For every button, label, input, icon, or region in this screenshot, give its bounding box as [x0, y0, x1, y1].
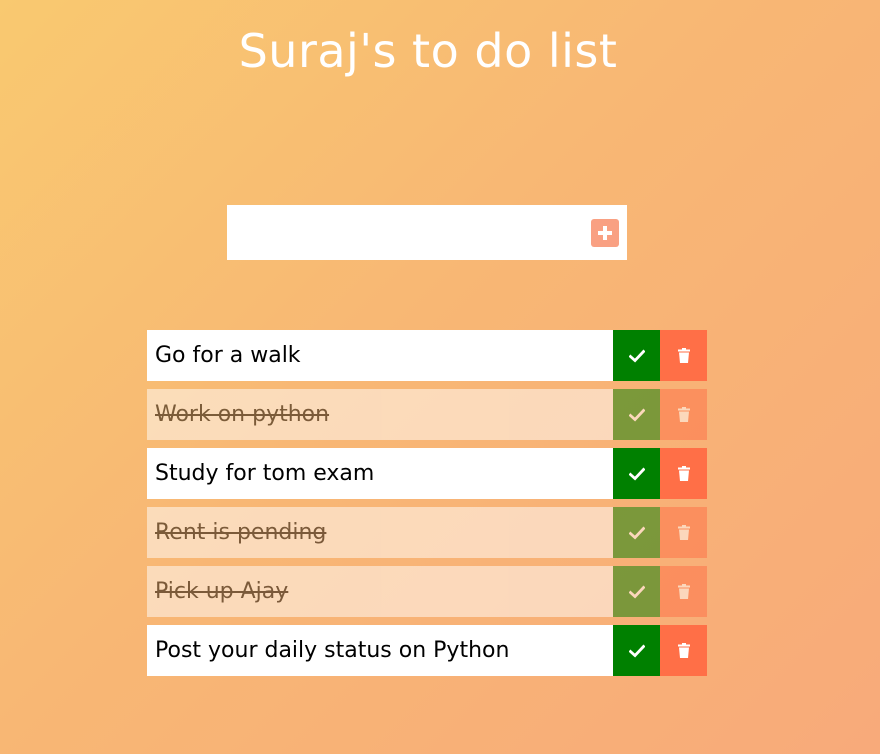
- delete-button[interactable]: [660, 625, 707, 676]
- trash-icon: [677, 348, 690, 363]
- trash-icon: [677, 525, 690, 540]
- todo-item: Study for tom exam: [147, 448, 707, 499]
- check-icon: [628, 349, 645, 362]
- todo-item: Pick up Ajay: [147, 566, 707, 617]
- complete-button[interactable]: [613, 448, 660, 499]
- todo-text: Work on python: [155, 402, 330, 427]
- add-todo-button[interactable]: [591, 219, 619, 247]
- todo-text: Go for a walk: [155, 343, 301, 368]
- complete-button[interactable]: [613, 389, 660, 440]
- todo-input[interactable]: [227, 205, 577, 260]
- todo-text: Rent is pending: [155, 520, 327, 545]
- trash-icon: [677, 466, 690, 481]
- todo-text: Pick up Ajay: [155, 579, 289, 604]
- trash-icon: [677, 643, 690, 658]
- trash-icon: [677, 584, 690, 599]
- delete-button[interactable]: [660, 507, 707, 558]
- todo-item: Go for a walk: [147, 330, 707, 381]
- check-icon: [628, 526, 645, 539]
- todo-item: Rent is pending: [147, 507, 707, 558]
- add-todo-form: [227, 205, 627, 260]
- complete-button[interactable]: [613, 330, 660, 381]
- todo-text: Study for tom exam: [155, 461, 375, 486]
- todo-item: Work on python: [147, 389, 707, 440]
- check-icon: [628, 644, 645, 657]
- todo-list: Go for a walk Work on python Study for t…: [147, 330, 707, 684]
- trash-icon: [677, 407, 690, 422]
- page-title: Suraj's to do list: [238, 24, 618, 78]
- check-icon: [628, 408, 645, 421]
- check-icon: [628, 467, 645, 480]
- check-icon: [628, 585, 645, 598]
- plus-square-icon: [598, 226, 612, 240]
- delete-button[interactable]: [660, 566, 707, 617]
- todo-text: Post your daily status on Python: [155, 638, 510, 663]
- complete-button[interactable]: [613, 625, 660, 676]
- delete-button[interactable]: [660, 389, 707, 440]
- todo-item: Post your daily status on Python: [147, 625, 707, 676]
- delete-button[interactable]: [660, 448, 707, 499]
- complete-button[interactable]: [613, 507, 660, 558]
- complete-button[interactable]: [613, 566, 660, 617]
- delete-button[interactable]: [660, 330, 707, 381]
